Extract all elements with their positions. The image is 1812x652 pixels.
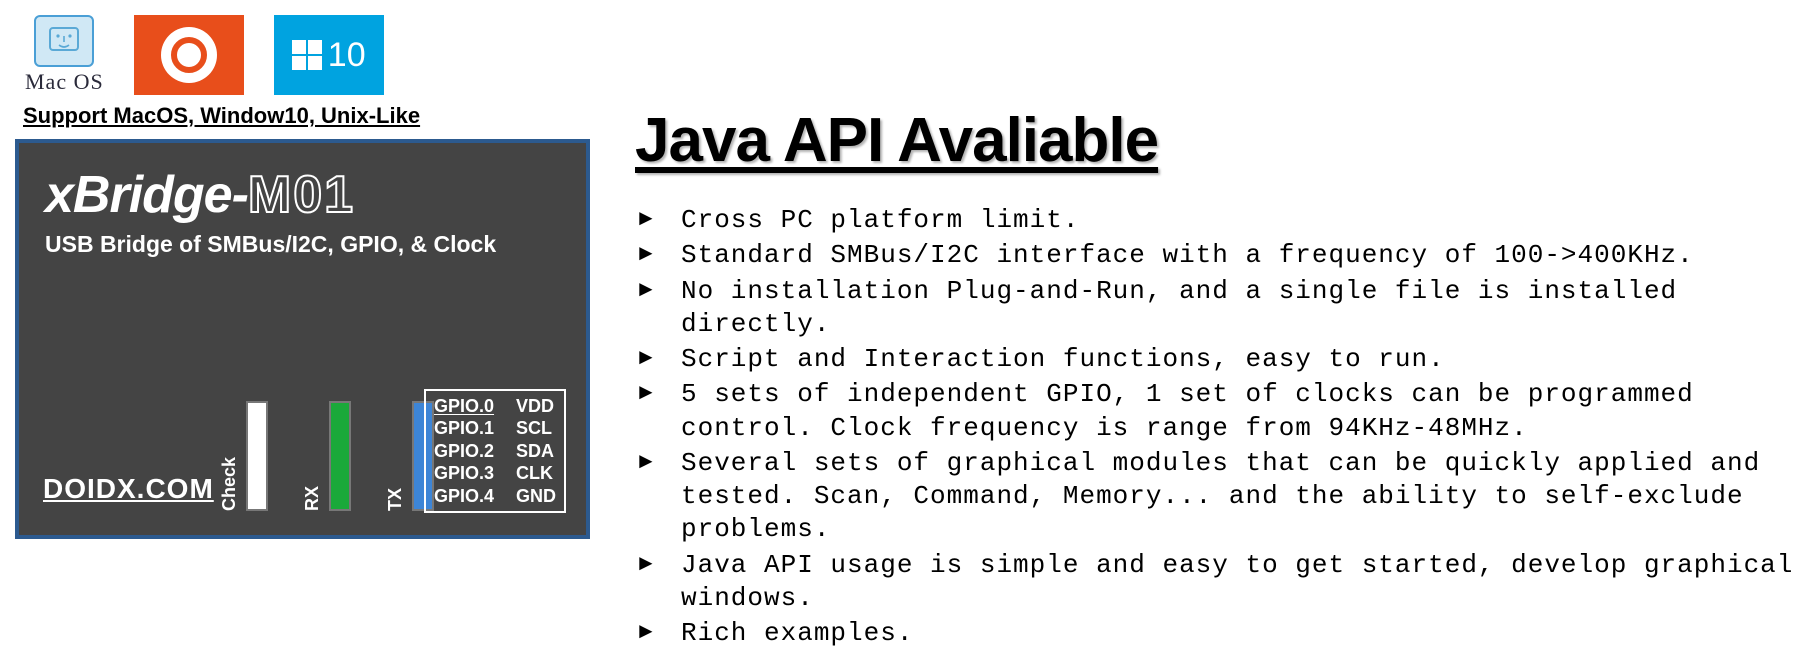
led-check: Check [219, 401, 268, 511]
table-row: GPIO.3CLK [434, 462, 556, 485]
product-name-suffix: M01 [248, 166, 355, 224]
product-subtitle: USB Bridge of SMBus/I2C, GPIO, & Clock [45, 231, 560, 258]
led-check-label: Check [219, 457, 240, 511]
device-illustration: xBridge-M01 USB Bridge of SMBus/I2C, GPI… [15, 139, 590, 539]
table-row: GPIO.0VDD [434, 395, 556, 418]
feature-list: Cross PC platform limit. Standard SMBus/… [635, 204, 1797, 650]
led-check-indicator [246, 401, 268, 511]
table-row: GPIO.4GND [434, 485, 556, 508]
macos-label: Mac OS [25, 69, 104, 95]
pin-table: GPIO.0VDD GPIO.1SCL GPIO.2SDA GPIO.3CLK … [424, 389, 566, 514]
os-icon-row: Mac OS 10 [25, 15, 595, 95]
list-item: 5 sets of independent GPIO, 1 set of clo… [635, 378, 1797, 445]
product-name: xBridge-M01 [45, 165, 560, 225]
list-item: Java API usage is simple and easy to get… [635, 549, 1797, 616]
windows10-icon: 10 [274, 15, 384, 95]
table-row: GPIO.1SCL [434, 417, 556, 440]
led-rx: RX [302, 401, 351, 511]
list-item: Cross PC platform limit. [635, 204, 1797, 237]
ubuntu-icon [134, 15, 244, 95]
led-tx-label: TX [385, 488, 406, 511]
site-url: DOIDX.COM [43, 473, 214, 505]
list-item: Several sets of graphical modules that c… [635, 447, 1797, 547]
product-name-prefix: xBridge- [45, 166, 248, 224]
support-caption: Support MacOS, Window10, Unix-Like [23, 103, 595, 129]
macos-icon: Mac OS [25, 15, 104, 95]
led-rx-label: RX [302, 486, 323, 511]
windows10-label: 10 [328, 36, 366, 75]
list-item: No installation Plug-and-Run, and a sing… [635, 275, 1797, 342]
led-rx-indicator [329, 401, 351, 511]
list-item: Script and Interaction functions, easy t… [635, 343, 1797, 376]
page-title: Java API Avaliable [635, 105, 1797, 176]
list-item: Rich examples. [635, 617, 1797, 650]
table-row: GPIO.2SDA [434, 440, 556, 463]
list-item: Standard SMBus/I2C interface with a freq… [635, 239, 1797, 272]
